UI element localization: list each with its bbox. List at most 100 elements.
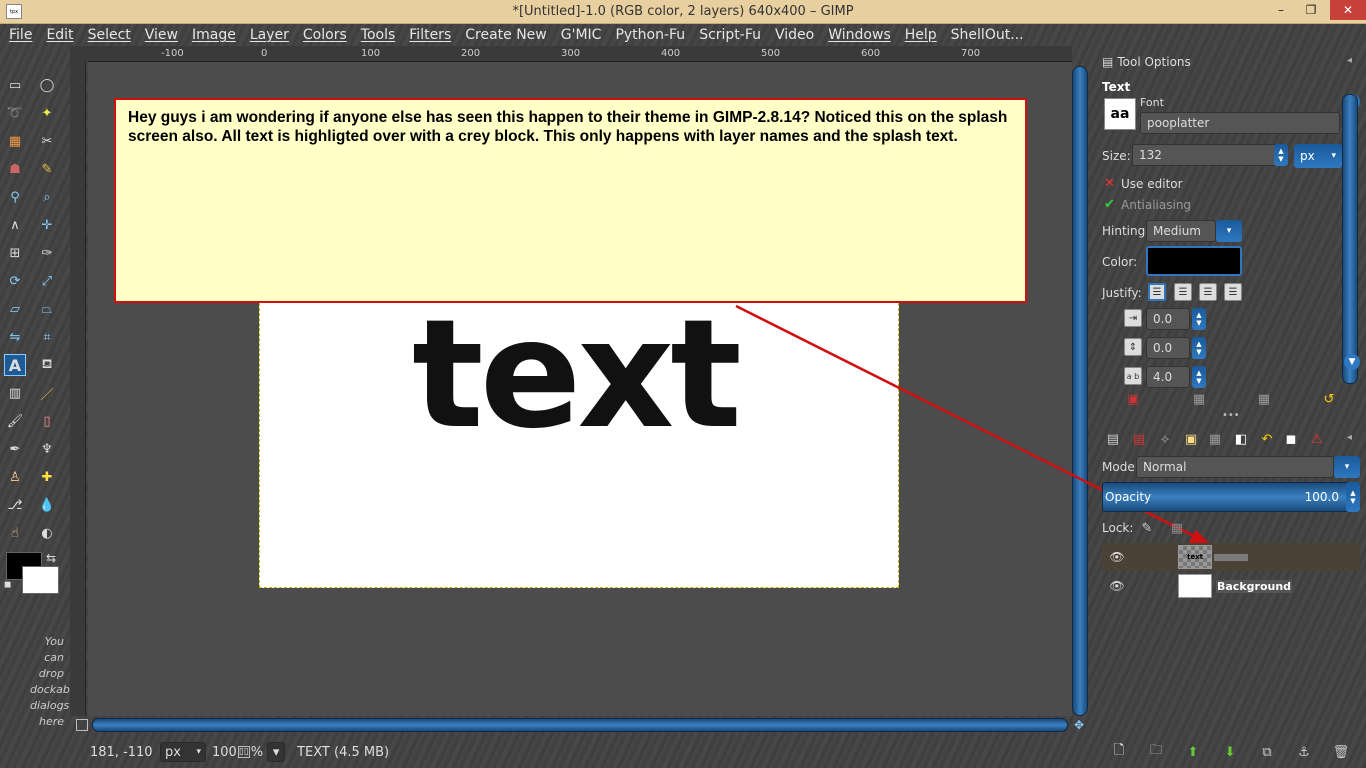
canvas-horizontal-scrollbar[interactable] (92, 718, 1068, 732)
colormap-tab-icon[interactable]: ▣ (1182, 430, 1200, 448)
dock-menu-icon[interactable]: ◂ (1347, 432, 1352, 443)
lock-pixels-icon[interactable]: ✎ (1138, 519, 1156, 537)
swap-colors-icon[interactable]: ⇆ (46, 551, 56, 565)
font-input[interactable]: pooplatter (1140, 112, 1340, 134)
menu-select[interactable]: Select (81, 27, 138, 43)
visibility-eye-icon[interactable]: 👁 (1106, 577, 1128, 595)
menu-help[interactable]: Help (898, 27, 944, 43)
free-select-icon[interactable]: ➰ (4, 102, 26, 124)
menu-layer[interactable]: Layer (243, 27, 296, 43)
rect-select-icon[interactable]: ▭ (4, 74, 26, 96)
eraser-icon[interactable]: ▯ (36, 410, 58, 432)
delete-options-icon[interactable]: ▦ (1255, 390, 1273, 408)
dodge-burn-icon[interactable]: ◐ (36, 522, 58, 544)
use-editor-checkbox[interactable]: ✕ (1104, 176, 1115, 191)
paths-icon[interactable]: ✎ (36, 158, 58, 180)
indent-input[interactable]: 0.0 (1146, 308, 1190, 330)
canvas-vertical-scrollbar[interactable] (1072, 66, 1088, 716)
move-icon[interactable]: ✛ (36, 214, 58, 236)
canvas-text-layer[interactable]: text (412, 300, 742, 450)
scissors-icon[interactable]: ✂ (36, 130, 58, 152)
ink-icon[interactable]: ♆ (36, 438, 58, 460)
size-input[interactable]: 132 (1132, 144, 1278, 166)
ruler-corner[interactable] (70, 46, 88, 62)
anchor-layer-icon[interactable]: ⚓ (1295, 743, 1313, 761)
visibility-eye-icon[interactable]: 👁 (1106, 548, 1128, 566)
tool-options-tab[interactable]: ▤ Tool Options (1102, 55, 1191, 69)
vertical-ruler[interactable] (70, 62, 86, 716)
layer-row[interactable]: 👁 Background (1102, 572, 1360, 600)
zoom-icon[interactable]: ⌕ (36, 186, 58, 208)
text-tool-icon[interactable]: A (4, 354, 26, 376)
chevron-down-icon[interactable]: ▾ (1334, 456, 1360, 478)
measure-icon[interactable]: ∧ (4, 214, 26, 236)
justify-fill-icon[interactable]: ☰ (1224, 283, 1242, 301)
text-color-button[interactable] (1146, 246, 1242, 276)
menu-script-fu[interactable]: Script-Fu (692, 27, 768, 43)
menu-shellout[interactable]: ShellOut... (944, 27, 1031, 43)
menu-view[interactable]: View (138, 27, 185, 43)
menu-edit[interactable]: Edit (39, 27, 80, 43)
menu-colors[interactable]: Colors (296, 27, 354, 43)
menu-image[interactable]: Image (185, 27, 243, 43)
chevron-down-icon[interactable]: ▾ (267, 742, 286, 762)
line-spacing-stepper[interactable]: ▲ ▼ (1192, 337, 1206, 359)
flip-icon[interactable]: ⇋ (4, 326, 26, 348)
menu-python-fu[interactable]: Python-Fu (608, 27, 692, 43)
quick-mask-icon[interactable] (76, 719, 88, 731)
layer-row[interactable]: 👁 text (1102, 543, 1360, 571)
size-stepper[interactable]: ▲ ▼ (1274, 144, 1288, 166)
lower-layer-icon[interactable]: ⬇ (1221, 743, 1239, 761)
layer-name[interactable]: Background (1216, 579, 1293, 593)
scroll-down-icon[interactable]: ▼ (1344, 354, 1360, 370)
justify-left-icon[interactable]: ☰ (1148, 283, 1166, 301)
minimize-button[interactable]: – (1266, 0, 1296, 20)
letter-spacing-stepper[interactable]: ▲ ▼ (1192, 366, 1206, 388)
antialiasing-checkbox[interactable]: ✔ (1104, 197, 1115, 212)
duplicate-layer-icon[interactable]: ⧉ (1258, 743, 1276, 761)
justify-right-icon[interactable]: ☰ (1174, 283, 1192, 301)
align-icon[interactable]: ⊞ (4, 242, 26, 264)
raise-layer-icon[interactable]: ⬆ (1184, 743, 1202, 761)
blur-icon[interactable]: 💧 (36, 494, 58, 516)
crop-icon[interactable]: ✑ (36, 242, 58, 264)
letter-spacing-input[interactable]: 4.0 (1146, 366, 1190, 388)
paintbrush-icon[interactable]: 🖌 (4, 410, 26, 432)
clone-icon[interactable]: ♙ (4, 466, 26, 488)
ellipse-select-icon[interactable]: ◯ (36, 74, 58, 96)
menu-file[interactable]: File (2, 27, 39, 43)
horizontal-ruler[interactable]: -100 0 100 200 300 400 500 600 700 (88, 46, 1072, 62)
background-color-swatch[interactable] (22, 566, 59, 594)
dock-separator-handle[interactable]: ••• (1222, 410, 1240, 421)
fuzzy-select-icon[interactable]: ✦ (36, 102, 58, 124)
brushes-tab-icon[interactable]: ◼ (1282, 430, 1300, 448)
menu-windows[interactable]: Windows (821, 27, 898, 43)
new-layer-icon[interactable]: 🗋 (1110, 743, 1128, 761)
reset-colors-icon[interactable]: ◼ (4, 580, 11, 590)
airbrush-icon[interactable]: ✒ (4, 438, 26, 460)
line-spacing-input[interactable]: 0.0 (1146, 337, 1190, 359)
blend-icon[interactable]: ▥ (4, 382, 26, 404)
menu-create-new[interactable]: Create New (458, 27, 554, 43)
close-button[interactable]: ✕ (1330, 0, 1366, 20)
menu-filters[interactable]: Filters (402, 27, 458, 43)
color-select-icon[interactable]: ▦ (4, 130, 26, 152)
layer-name-grey-block[interactable] (1214, 553, 1248, 561)
menu-tools[interactable]: Tools (354, 27, 403, 43)
foreground-select-icon[interactable]: ☗ (4, 158, 26, 180)
reset-options-icon[interactable]: ↺ (1320, 390, 1338, 408)
zoom-select[interactable]: 100 ▯▯ % ▾ (212, 742, 291, 762)
tool-options-scrollbar[interactable] (1342, 94, 1358, 384)
channels-tab-icon[interactable]: ▤ (1130, 430, 1148, 448)
gradient-tab-icon[interactable]: ◧ (1232, 430, 1250, 448)
layers-tab-icon[interactable]: ▤ (1104, 430, 1122, 448)
size-unit-select[interactable]: px ▾ (1294, 144, 1342, 168)
bucket-fill-icon[interactable]: ⛾ (36, 354, 58, 376)
heal-icon[interactable]: ✚ (36, 466, 58, 488)
color-picker-icon[interactable]: ⚲ (4, 186, 26, 208)
shear-icon[interactable]: ▱ (4, 298, 26, 320)
layer-mode-select[interactable]: Normal (1136, 456, 1334, 478)
menu-video[interactable]: Video (768, 27, 821, 43)
perspective-icon[interactable]: ⏢ (36, 298, 58, 320)
histogram-tab-icon[interactable]: ▦ (1206, 430, 1224, 448)
